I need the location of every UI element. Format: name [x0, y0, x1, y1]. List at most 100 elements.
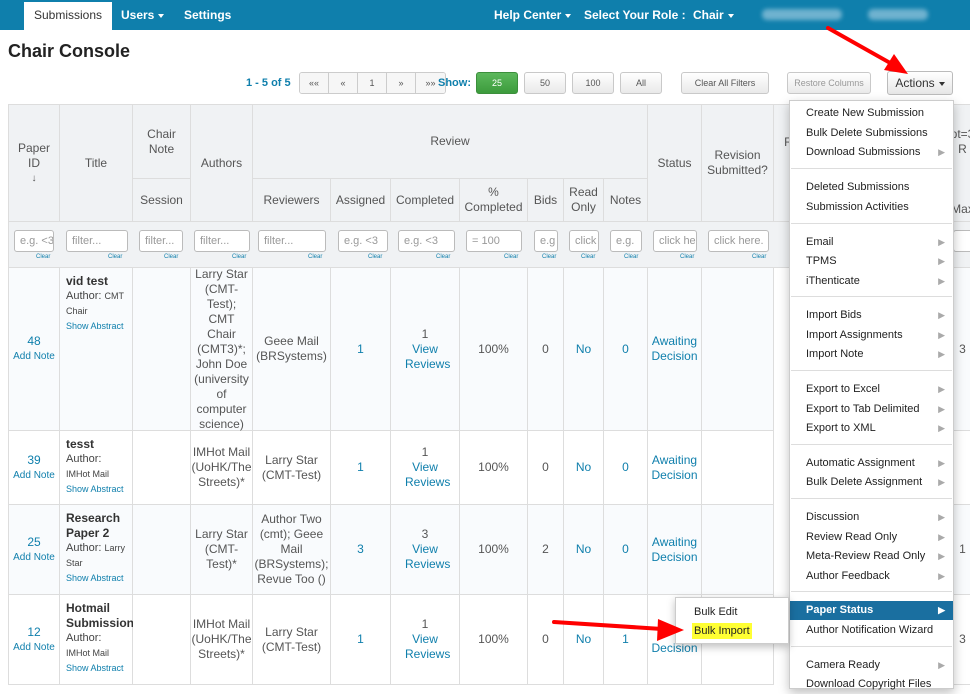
show-50-button[interactable]: 50 [524, 72, 566, 94]
view-reviews-link[interactable]: View Reviews [405, 460, 450, 490]
read-only-cell[interactable]: No [564, 431, 604, 505]
read-only-cell[interactable]: No [564, 595, 604, 685]
filter-authors-input[interactable]: filter... [194, 230, 250, 252]
menu-automatic-assignment[interactable]: Automatic Assignment ▶ [790, 454, 953, 473]
col-chair-note-header[interactable]: Chair Note [133, 104, 191, 179]
clear-session-link[interactable]: Clear [164, 254, 178, 260]
clear-paper-id-link[interactable]: Clear [36, 254, 50, 260]
clear-revision-link[interactable]: Clear [752, 254, 766, 260]
menu-export-to-excel[interactable]: Export to Excel ▶ [790, 380, 953, 399]
menu-create-new-submission[interactable]: Create New Submission [790, 104, 953, 123]
menu-author-notification-wizard[interactable]: Author Notification Wizard [790, 621, 953, 640]
menu-bulk-delete-submissions[interactable]: Bulk Delete Submissions [790, 124, 953, 143]
show-100-button[interactable]: 100 [572, 72, 614, 94]
menu-download-submissions[interactable]: Download Submissions ▶ [790, 143, 953, 162]
read-only-cell[interactable]: No [564, 268, 604, 431]
add-note-link[interactable]: Add Note [13, 349, 55, 364]
restore-columns-button[interactable]: Restore Columns [787, 72, 871, 94]
nav-settings-link[interactable]: Settings [184, 0, 231, 30]
submenu-bulk-import[interactable]: Bulk Import [692, 623, 752, 639]
notes-cell[interactable]: 0 [604, 268, 648, 431]
filter-status-input[interactable]: click he [653, 230, 697, 252]
col-pct-completed-header[interactable]: % Completed [460, 179, 528, 222]
filter-revision-input[interactable]: click here. [708, 230, 769, 252]
filter-extra-input[interactable] [953, 230, 970, 252]
add-note-link[interactable]: Add Note [13, 640, 55, 655]
filter-title-input[interactable]: filter... [66, 230, 128, 252]
status-cell[interactable]: Awaiting Decision [648, 505, 702, 595]
filter-notes-input[interactable]: e.g. [610, 230, 642, 252]
paper-id-link[interactable]: 39 [27, 453, 40, 468]
view-reviews-link[interactable]: View Reviews [405, 632, 450, 662]
filter-paper-id-input[interactable]: e.g. <3 [14, 230, 54, 252]
menu-export-to-xml[interactable]: Export to XML ▶ [790, 419, 953, 438]
clear-status-link[interactable]: Clear [680, 254, 694, 260]
status-cell[interactable]: Awaiting Decision [648, 431, 702, 505]
assigned-cell[interactable]: 1 [331, 431, 391, 505]
clear-authors-link[interactable]: Clear [232, 254, 246, 260]
filter-bids-input[interactable]: e.g [534, 230, 558, 252]
nav-users-menu[interactable]: Users [121, 0, 165, 30]
pager-page-1[interactable]: 1 [358, 73, 387, 93]
show-abstract-link[interactable]: Show Abstract [66, 319, 124, 334]
assigned-cell[interactable]: 1 [331, 268, 391, 431]
menu-submission-activities[interactable]: Submission Activities [790, 198, 953, 217]
nav-role-select[interactable]: Chair [693, 0, 734, 30]
col-authors-header[interactable]: Authors [191, 104, 253, 222]
col-paper-id-header[interactable]: Paper ID ↓ [8, 104, 60, 222]
status-cell[interactable]: Awaiting Decision [648, 268, 702, 431]
clear-title-link[interactable]: Clear [108, 254, 122, 260]
assigned-cell[interactable]: 3 [331, 505, 391, 595]
show-abstract-link[interactable]: Show Abstract [66, 482, 124, 497]
col-reviewers-header[interactable]: Reviewers [253, 179, 331, 222]
read-only-cell[interactable]: No [564, 505, 604, 595]
menu-email[interactable]: Email ▶ [790, 233, 953, 252]
filter-assigned-input[interactable]: e.g. <3 [338, 230, 388, 252]
pager-prev-button[interactable]: « [329, 73, 358, 93]
paper-id-link[interactable]: 25 [27, 535, 40, 550]
nav-submissions-tab[interactable]: Submissions [24, 2, 113, 30]
show-abstract-link[interactable]: Show Abstract [66, 661, 124, 676]
menu-download-copyright-files[interactable]: Download Copyright Files [790, 675, 953, 694]
col-assigned-header[interactable]: Assigned [331, 179, 391, 222]
redacted-user-menu[interactable] [868, 9, 928, 20]
clear-assigned-link[interactable]: Clear [368, 254, 382, 260]
col-status-header[interactable]: Status [648, 104, 702, 222]
menu-tpms[interactable]: TPMS ▶ [790, 252, 953, 271]
menu-paper-status[interactable]: Paper Status ▶ [790, 601, 953, 620]
notes-cell[interactable]: 0 [604, 431, 648, 505]
pager-first-button[interactable]: «« [300, 73, 329, 93]
col-bids-header[interactable]: Bids [528, 179, 564, 222]
filter-read-only-input[interactable]: click [569, 230, 599, 252]
clear-bids-link[interactable]: Clear [542, 254, 556, 260]
submenu-bulk-edit[interactable]: Bulk Edit [692, 604, 739, 620]
show-25-button[interactable]: 25 [476, 72, 518, 94]
menu-import-assignments[interactable]: Import Assignments ▶ [790, 326, 953, 345]
assigned-cell[interactable]: 1 [331, 595, 391, 685]
actions-button[interactable]: Actions [887, 71, 953, 95]
add-note-link[interactable]: Add Note [13, 550, 55, 565]
col-completed-header[interactable]: Completed [391, 179, 460, 222]
view-reviews-link[interactable]: View Reviews [405, 542, 450, 572]
paper-id-link[interactable]: 48 [27, 334, 40, 349]
menu-meta-review-read-only[interactable]: Meta-Review Read Only ▶ [790, 547, 953, 566]
filter-completed-input[interactable]: e.g. <3 [398, 230, 455, 252]
nav-help-center-menu[interactable]: Help Center [494, 0, 572, 30]
clear-reviewers-link[interactable]: Clear [308, 254, 322, 260]
clear-completed-link[interactable]: Clear [436, 254, 450, 260]
col-session-header[interactable]: Session [133, 179, 191, 222]
clear-notes-link[interactable]: Clear [624, 254, 638, 260]
col-read-only-header[interactable]: Read Only [564, 179, 604, 222]
filter-reviewers-input[interactable]: filter... [258, 230, 326, 252]
menu-import-bids[interactable]: Import Bids ▶ [790, 306, 953, 325]
filter-session-input[interactable]: filter... [139, 230, 183, 252]
col-title-header[interactable]: Title [60, 104, 133, 222]
menu-import-note[interactable]: Import Note ▶ [790, 345, 953, 364]
view-reviews-link[interactable]: View Reviews [405, 342, 450, 372]
pager-next-button[interactable]: » [387, 73, 416, 93]
menu-camera-ready[interactable]: Camera Ready ▶ [790, 656, 953, 675]
menu-ithenticate[interactable]: iThenticate ▶ [790, 272, 953, 291]
menu-review-read-only[interactable]: Review Read Only ▶ [790, 528, 953, 547]
paper-id-link[interactable]: 12 [27, 625, 40, 640]
clear-pct-link[interactable]: Clear [504, 254, 518, 260]
